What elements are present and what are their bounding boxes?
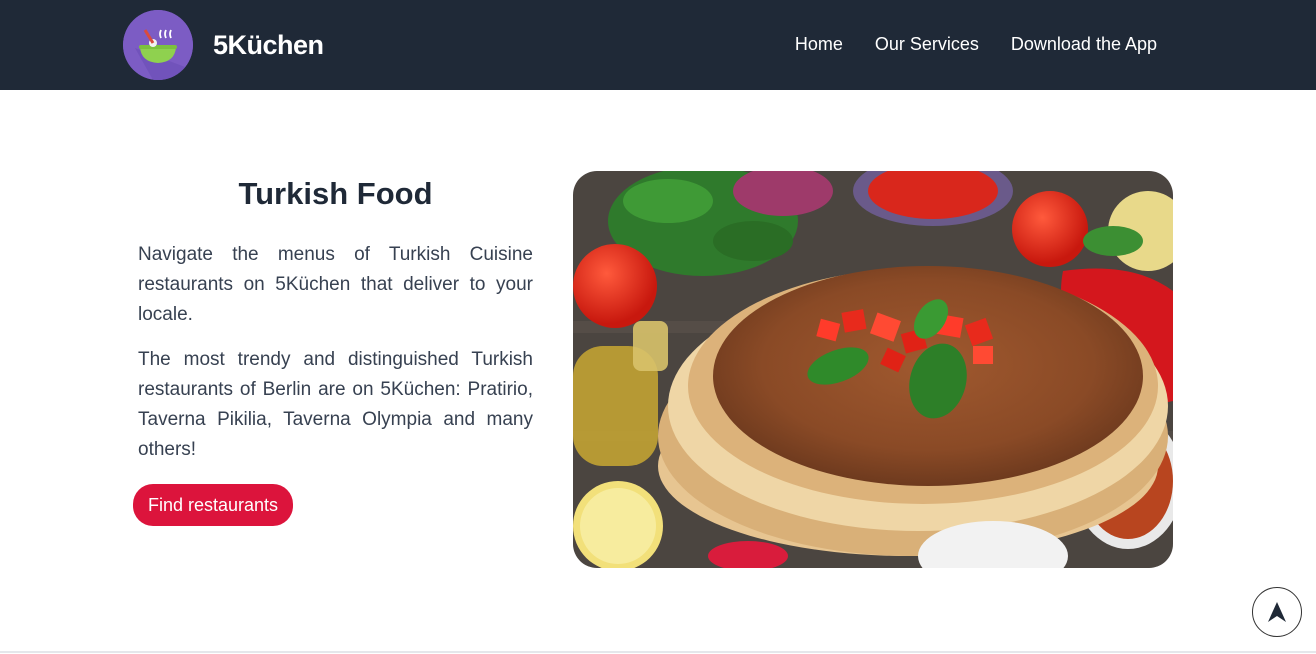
- restaurants-paragraph: The most trendy and distinguished Turkis…: [138, 349, 533, 460]
- scroll-to-top-button[interactable]: [1252, 587, 1302, 637]
- navbar: 5Küchen Home Our Services Download the A…: [0, 0, 1316, 90]
- food-bowl-icon: [123, 10, 193, 80]
- page-divider: [0, 651, 1316, 653]
- page-title: Turkish Food: [238, 176, 433, 211]
- nav-home[interactable]: Home: [795, 34, 843, 55]
- main-nav: Home Our Services Download the App: [795, 34, 1157, 55]
- text-column: Turkish Food Navigate the menus of Turki…: [138, 176, 533, 480]
- intro-paragraph: Navigate the menus of Turkish Cuisine re…: [138, 244, 533, 325]
- nav-download-app[interactable]: Download the App: [1011, 34, 1157, 55]
- turkish-food-photo: [573, 171, 1173, 568]
- arrow-up-icon: [1268, 602, 1286, 622]
- find-restaurants-button[interactable]: Find restaurants: [133, 484, 294, 526]
- brand[interactable]: 5Küchen: [123, 10, 324, 80]
- main-content: Turkish Food Navigate the menus of Turki…: [0, 90, 1316, 652]
- brand-name: 5Küchen: [213, 29, 324, 60]
- nav-our-services[interactable]: Our Services: [875, 34, 979, 55]
